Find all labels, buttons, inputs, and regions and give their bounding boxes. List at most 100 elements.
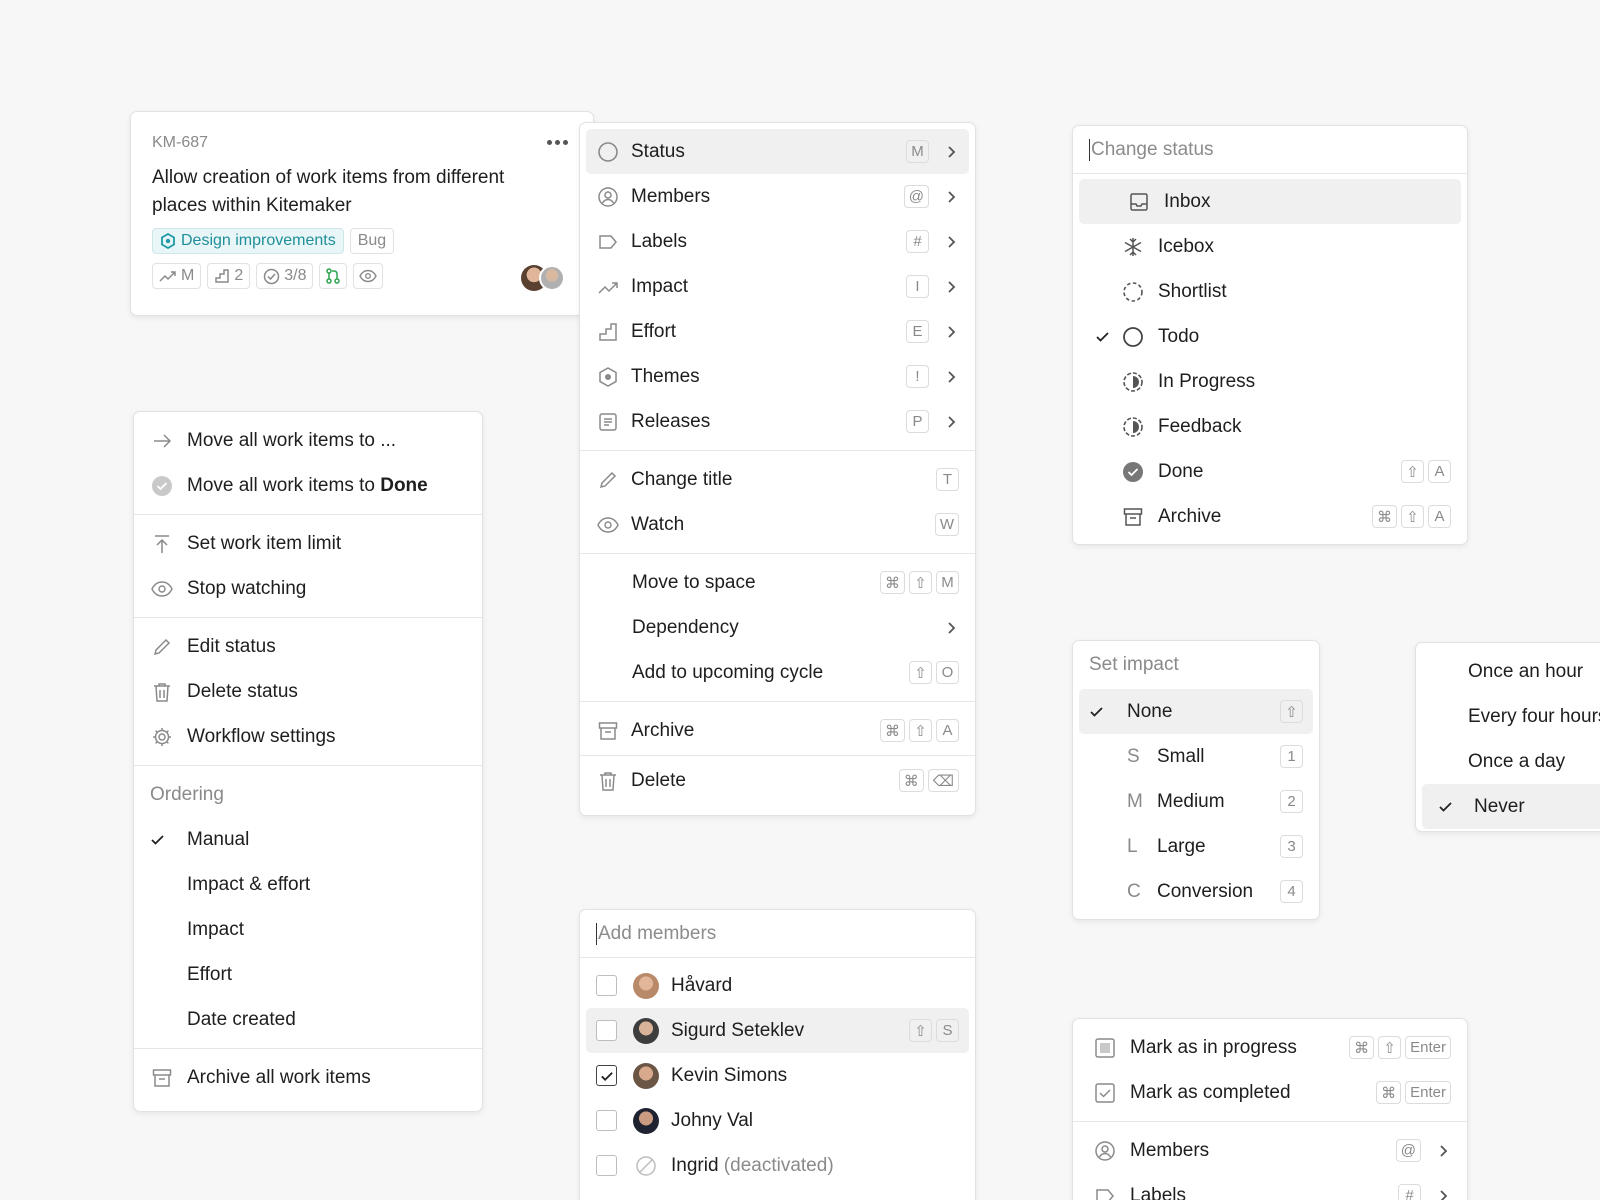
watch-badge[interactable] [353,263,384,289]
menu-item-status[interactable]: Status M [586,129,969,174]
menu-item-change-title[interactable]: Change title T [580,457,975,502]
menu-item-effort[interactable]: Effort E [580,309,975,354]
ordering-option-impact-effort[interactable]: Impact & effort [134,862,482,907]
member-option-ingrid[interactable]: Ingrid (deactivated) [580,1143,975,1188]
ordering-option-effort[interactable]: Effort [134,952,482,997]
chevron-right-icon [943,369,959,385]
shift-key: ⇧ [909,719,932,742]
menu-item-dependency[interactable]: Dependency [580,605,975,650]
member-checkbox[interactable] [596,1110,617,1131]
members-search-input[interactable]: Add members [580,910,975,958]
status-option-feedback[interactable]: Feedback [1073,404,1467,449]
member-checkbox[interactable] [596,1155,617,1176]
shortcut-key: S [936,1019,959,1042]
checkbox-icon [1093,1081,1116,1104]
effort-badge[interactable]: 2 [207,263,251,289]
status-option-archive[interactable]: Archive ⌘ ⇧ A [1073,494,1467,539]
menu-item-move-all-to-done[interactable]: Move all work items to Done [134,463,482,508]
frequency-option-once-an-hour[interactable]: Once an hour [1416,649,1600,694]
impact-option-small[interactable]: S Small 1 [1073,734,1319,779]
shortcut-key: M [906,140,929,163]
menu-item-impact[interactable]: Impact I [580,264,975,309]
frequency-option-once-a-day[interactable]: Once a day [1416,739,1600,784]
menu-item-mark-in-progress[interactable]: Mark as in progress ⌘ ⇧ Enter [1073,1025,1467,1070]
ordering-header: Ordering [150,783,224,805]
checklist-badge[interactable]: 3/8 [256,263,314,289]
shortcut-key: 2 [1280,790,1303,813]
status-option-done[interactable]: Done ⇧ A [1073,449,1467,494]
menu-item-archive[interactable]: Archive ⌘ ⇧ A [580,708,975,753]
menu-item-edit-status[interactable]: Edit status [134,624,482,669]
pull-request-badge[interactable] [319,263,348,289]
label-design-improvements[interactable]: Design improvements [152,228,344,254]
divider [580,450,975,451]
menu-item-labels[interactable]: Labels # [1073,1173,1467,1200]
menu-item-labels[interactable]: Labels # [580,219,975,264]
shortcut-key: @ [903,185,929,208]
status-option-shortlist[interactable]: Shortlist [1073,269,1467,314]
menu-item-set-limit[interactable]: Set work item limit [134,521,482,566]
chevron-right-icon [943,189,959,205]
shift-key: ⇧ [1401,505,1424,528]
member-option-sigurd[interactable]: Sigurd Seteklev ⇧ S [586,1008,969,1053]
menu-item-releases[interactable]: Releases P [580,399,975,444]
shortcut-key: 1 [1280,745,1303,768]
status-option-icebox[interactable]: Icebox [1073,224,1467,269]
dashed-circle-icon [1121,280,1144,303]
shift-key: ⇧ [1280,700,1303,723]
chevron-right-icon [1435,1143,1451,1159]
shortcut-key: 4 [1280,880,1303,903]
more-options-icon[interactable] [545,134,569,150]
status-search-input[interactable]: Change status [1073,126,1467,174]
ordering-option-manual[interactable]: Manual [134,817,482,862]
menu-item-workflow-settings[interactable]: Workflow settings [134,714,482,759]
status-option-inbox[interactable]: Inbox [1079,179,1461,224]
menu-item-move-all-to[interactable]: Move all work items to ... [134,418,482,463]
work-item-card[interactable]: KM-687 Allow creation of work items from… [130,111,594,316]
frequency-option-never[interactable]: Never [1422,784,1600,829]
cmd-key: ⌘ [898,769,924,792]
member-option-havard[interactable]: Håvard [580,963,975,1008]
menu-item-members[interactable]: Members @ [1073,1128,1467,1173]
effort-steps-icon [596,320,619,343]
impact-option-large[interactable]: L Large 3 [1073,824,1319,869]
impact-option-none[interactable]: None ⇧ [1079,689,1313,734]
avatar [633,1062,659,1089]
impact-option-conversion[interactable]: C Conversion 4 [1073,869,1319,914]
frequency-option-every-four-hours[interactable]: Every four hours [1416,694,1600,739]
menu-item-watch[interactable]: Watch W [580,502,975,547]
menu-item-delete[interactable]: Delete ⌘ ⌫ [580,758,975,803]
archive-box-icon [1121,505,1144,528]
status-option-todo[interactable]: Todo [1073,314,1467,359]
member-option-johny[interactable]: Johny Val [580,1098,975,1143]
menu-item-delete-status[interactable]: Delete status [134,669,482,714]
shortcut-key: ! [906,365,929,388]
status-option-in-progress[interactable]: In Progress [1073,359,1467,404]
shift-key: ⇧ [909,661,932,684]
checkmark-icon [600,1071,613,1081]
ordering-option-date-created[interactable]: Date created [134,997,482,1042]
divider [134,765,482,766]
menu-item-mark-completed[interactable]: Mark as completed ⌘ Enter [1073,1070,1467,1115]
member-checkbox[interactable] [596,975,617,996]
enter-key: Enter [1405,1036,1451,1059]
member-checkbox-checked[interactable] [596,1065,617,1086]
shortcut-key: M [936,571,959,594]
impact-badge[interactable]: M [152,263,202,289]
impact-option-medium[interactable]: M Medium 2 [1073,779,1319,824]
menu-item-move-to-space[interactable]: Move to space ⌘ ⇧ M [580,560,975,605]
member-icon [596,185,619,208]
label-bug[interactable]: Bug [349,228,395,254]
ordering-option-impact[interactable]: Impact [134,907,482,952]
theme-hexagon-icon [161,233,175,249]
member-checkbox[interactable] [596,1020,617,1041]
menu-item-stop-watching[interactable]: Stop watching [134,566,482,611]
member-option-kevin[interactable]: Kevin Simons [580,1053,975,1098]
menu-item-themes[interactable]: Themes ! [580,354,975,399]
menu-item-add-to-cycle[interactable]: Add to upcoming cycle ⇧ O [580,650,975,695]
menu-item-archive-all[interactable]: Archive all work items [134,1055,482,1100]
member-icon [1093,1139,1116,1162]
done-check-circle-icon [1121,460,1144,483]
shortcut-key: W [934,513,959,536]
menu-item-members[interactable]: Members @ [580,174,975,219]
